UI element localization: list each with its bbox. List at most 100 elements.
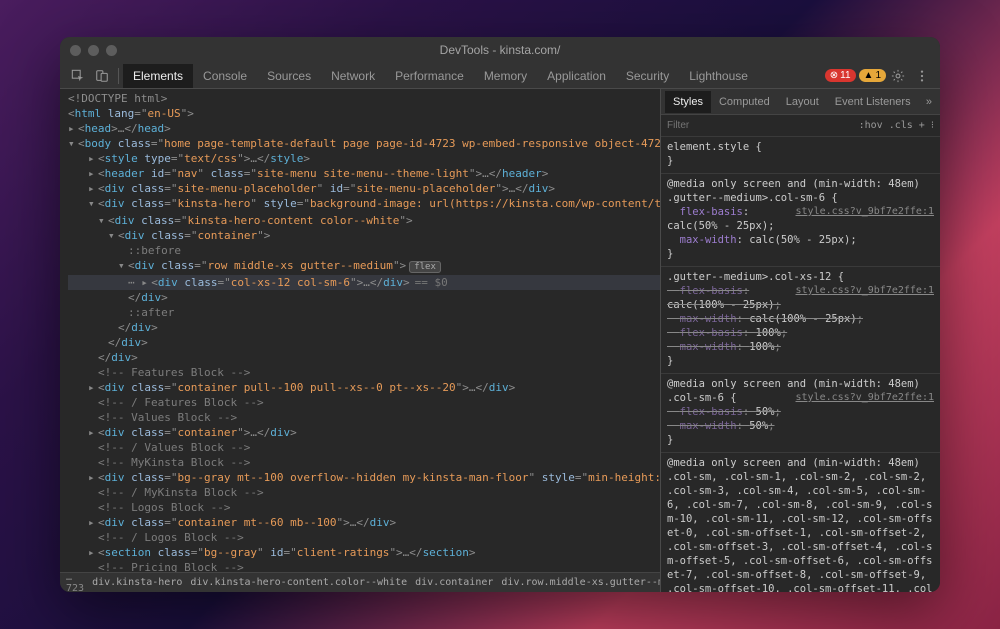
styles-tab-styles[interactable]: Styles — [665, 91, 711, 113]
expand-arrow-icon[interactable]: ▸ — [141, 275, 151, 290]
tab-security[interactable]: Security — [616, 64, 679, 88]
tab-application[interactable]: Application — [537, 64, 616, 88]
more-tabs-icon[interactable]: » — [922, 96, 936, 108]
dom-line[interactable]: ▾<div class="row middle-xs gutter--mediu… — [68, 258, 660, 275]
expand-arrow-icon[interactable]: ▸ — [88, 380, 98, 395]
expand-arrow-icon[interactable]: ▸ — [88, 515, 98, 530]
dom-line[interactable]: <!DOCTYPE html> — [68, 91, 660, 106]
error-count: 11 — [840, 70, 850, 81]
expand-arrow-icon[interactable]: ▾ — [68, 136, 78, 151]
flex-badge[interactable]: flex — [409, 261, 441, 273]
dom-line[interactable]: ::before — [68, 243, 660, 258]
dom-line[interactable]: ▾<div class="kinsta-hero" style="backgro… — [68, 196, 660, 213]
warning-count: 1 — [875, 70, 881, 81]
hov-toggle[interactable]: :hov — [859, 120, 883, 131]
tab-performance[interactable]: Performance — [385, 64, 474, 88]
dom-line[interactable]: <!-- / Features Block --> — [68, 395, 660, 410]
expand-arrow-icon[interactable]: ▾ — [98, 213, 108, 228]
breadcrumb-item[interactable]: div.kinsta-hero-content.color--white — [190, 577, 407, 588]
dom-line[interactable]: <!-- / Logos Block --> — [68, 530, 660, 545]
styles-tab-event-listeners[interactable]: Event Listeners — [827, 91, 919, 113]
dom-line-selected[interactable]: ⋯ ▸<div class="col-xs-12 col-sm-6">…</di… — [68, 275, 660, 290]
dom-line[interactable]: <!-- MyKinsta Block --> — [68, 455, 660, 470]
warning-count-badge[interactable]: ▲ 1 — [859, 69, 886, 82]
tab-memory[interactable]: Memory — [474, 64, 537, 88]
dom-line[interactable]: <!-- Logos Block --> — [68, 500, 660, 515]
expand-arrow-icon[interactable]: ▸ — [88, 166, 98, 181]
tab-lighthouse[interactable]: Lighthouse — [679, 64, 758, 88]
styles-body[interactable]: element.style { } @media only screen and… — [661, 137, 940, 592]
expand-arrow-icon[interactable]: ▸ — [88, 151, 98, 166]
new-style-rule-icon[interactable]: + — [919, 120, 925, 131]
dom-line[interactable]: <!-- / Values Block --> — [68, 440, 660, 455]
style-rule[interactable]: element.style { } — [661, 137, 940, 174]
dom-tree[interactable]: <!DOCTYPE html> <html lang="en-US"> ▸<he… — [60, 89, 660, 572]
tab-network[interactable]: Network — [321, 64, 385, 88]
tab-sources[interactable]: Sources — [257, 64, 321, 88]
maximize-window-button[interactable] — [106, 45, 117, 56]
expand-arrow-icon[interactable]: ▸ — [88, 425, 98, 440]
styles-tab-computed[interactable]: Computed — [711, 91, 778, 113]
more-options-icon[interactable] — [910, 65, 934, 87]
dom-line[interactable]: </div> — [68, 320, 660, 335]
close-window-button[interactable] — [70, 45, 81, 56]
main-content: <!DOCTYPE html> <html lang="en-US"> ▸<he… — [60, 89, 940, 592]
dom-line[interactable]: ::after — [68, 305, 660, 320]
dom-line[interactable]: ▸<div class="container pull--100 pull--x… — [68, 380, 660, 395]
source-link[interactable]: style.css?v_9bf7e2ffe:1 — [796, 284, 934, 298]
dom-line[interactable]: <html lang="en-US"> — [68, 106, 660, 121]
error-count-badge[interactable]: ⊗ 11 — [825, 69, 856, 82]
expand-arrow-icon[interactable]: ▾ — [88, 196, 98, 211]
breadcrumb-item[interactable]: div.container — [415, 577, 493, 588]
style-rule[interactable]: @media only screen and (min-width: 48em)… — [661, 374, 940, 453]
dom-line[interactable]: <!-- / MyKinsta Block --> — [68, 485, 660, 500]
dom-line[interactable]: <!-- Features Block --> — [68, 365, 660, 380]
dom-line[interactable]: ▸<header id="nav" class="site-menu site-… — [68, 166, 660, 181]
elements-panel: <!DOCTYPE html> <html lang="en-US"> ▸<he… — [60, 89, 660, 592]
dom-line[interactable]: ▸<head>…</head> — [68, 121, 660, 136]
breadcrumb-item[interactable]: div.row.middle-xs.gutter--medium — [501, 577, 660, 588]
dom-line[interactable]: ▸<div class="bg--gray mt--100 overflow--… — [68, 470, 660, 485]
expand-arrow-icon[interactable]: ▸ — [88, 545, 98, 560]
expand-arrow-icon[interactable]: ▸ — [88, 181, 98, 196]
styles-more-icon[interactable]: ⁝ — [931, 120, 934, 131]
styles-filter-input[interactable] — [667, 120, 853, 131]
breadcrumb-item[interactable]: div.kinsta-hero — [92, 577, 182, 588]
inspect-element-icon[interactable] — [66, 65, 90, 87]
dom-line[interactable]: ▸<section class="bg--gray" id="client-ra… — [68, 545, 660, 560]
dom-line[interactable]: ▸<div class="container mt--60 mb--100">…… — [68, 515, 660, 530]
dom-line[interactable]: ▾<body class="home page-template-default… — [68, 136, 660, 151]
style-rule[interactable]: @media only screen and (min-width: 48em)… — [661, 453, 940, 592]
dom-line[interactable]: ▸<div class="site-menu-placeholder" id="… — [68, 181, 660, 196]
dom-line[interactable]: ▸<style type="text/css">…</style> — [68, 151, 660, 166]
style-rule[interactable]: @media only screen and (min-width: 48em)… — [661, 174, 940, 267]
style-rule[interactable]: .gutter--medium>.col-xs-12 {style.css?v_… — [661, 267, 940, 374]
dom-line[interactable]: ▸<div class="container">…</div> — [68, 425, 660, 440]
source-link[interactable]: style.css?v_9bf7e2ffe:1 — [796, 205, 934, 219]
styles-tab-layout[interactable]: Layout — [778, 91, 827, 113]
source-link[interactable]: style.css?v_9bf7e2ffe:1 — [796, 391, 934, 405]
settings-gear-icon[interactable] — [886, 65, 910, 87]
dom-line[interactable]: </div> — [68, 350, 660, 365]
expand-arrow-icon[interactable]: ▸ — [88, 470, 98, 485]
device-toolbar-icon[interactable] — [90, 65, 114, 87]
expand-arrow-icon[interactable]: ▾ — [108, 228, 118, 243]
tab-console[interactable]: Console — [193, 64, 257, 88]
dom-line[interactable]: </div> — [68, 335, 660, 350]
minimize-window-button[interactable] — [88, 45, 99, 56]
expand-arrow-icon[interactable]: ▾ — [118, 258, 128, 273]
cls-toggle[interactable]: .cls — [889, 120, 913, 131]
breadcrumb-bar: …723 div.kinsta-hero div.kinsta-hero-con… — [60, 572, 660, 592]
dom-line[interactable]: ▾<div class="kinsta-hero-content color--… — [68, 213, 660, 228]
dom-line[interactable]: ▾<div class="container"> — [68, 228, 660, 243]
window-title: DevTools - kinsta.com/ — [440, 43, 561, 57]
dom-line[interactable]: <!-- Pricing Block --> — [68, 560, 660, 572]
tab-elements[interactable]: Elements — [123, 64, 193, 88]
dom-line[interactable]: <!-- Values Block --> — [68, 410, 660, 425]
expand-arrow-icon[interactable]: ▸ — [68, 121, 78, 136]
traffic-lights — [70, 45, 117, 56]
devtools-window: DevTools - kinsta.com/ Elements Console … — [60, 37, 940, 592]
dom-line[interactable]: </div> — [68, 290, 660, 305]
styles-panel: Styles Computed Layout Event Listeners »… — [660, 89, 940, 592]
titlebar: DevTools - kinsta.com/ — [60, 37, 940, 63]
